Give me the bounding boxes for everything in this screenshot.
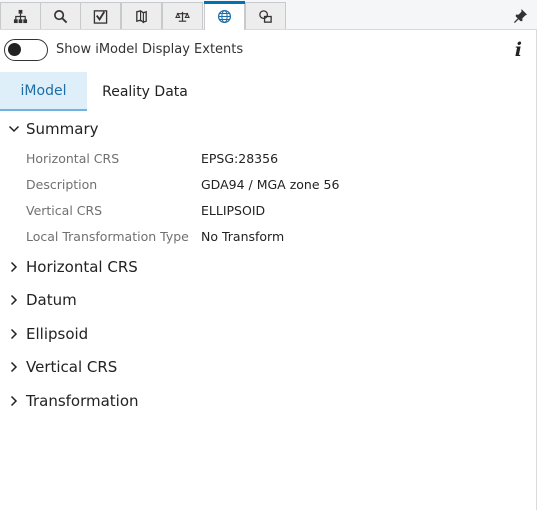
horizontal-crs-section-title: Horizontal CRS <box>26 258 138 276</box>
summary-section-title: Summary <box>26 120 99 138</box>
property-label: Vertical CRS <box>26 203 103 218</box>
clip-check-icon <box>93 9 108 24</box>
shapes-tab[interactable] <box>245 2 286 29</box>
datum-section-title: Datum <box>26 291 77 309</box>
property-row: Description GDA94 / MGA zone 56 <box>26 177 536 195</box>
ellipsoid-section-header[interactable]: Ellipsoid <box>0 323 537 345</box>
property-value: No Transform <box>201 229 285 244</box>
transformation-section-title: Transformation <box>26 392 139 410</box>
validation-tab[interactable] <box>80 2 121 29</box>
measure-tab[interactable] <box>162 2 203 29</box>
widget-toolbar <box>0 0 537 30</box>
ellipsoid-section-title: Ellipsoid <box>26 325 89 343</box>
display-extents-row: Show iModel Display Extents i <box>0 30 537 70</box>
balance-scale-icon <box>175 11 190 22</box>
display-extents-toggle[interactable] <box>4 39 48 61</box>
hierarchy-tree-icon <box>13 9 28 23</box>
chevron-down-icon <box>8 125 20 133</box>
chevron-right-icon <box>10 328 18 340</box>
search-icon <box>54 9 68 23</box>
horizontal-crs-section-header[interactable]: Horizontal CRS <box>0 256 537 278</box>
chevron-right-icon <box>10 361 18 373</box>
property-label: Description <box>26 177 98 192</box>
tab-reality-data[interactable]: Reality Data <box>87 72 203 111</box>
property-value: ELLIPSOID <box>201 203 266 218</box>
source-tabs: iModel Reality Data <box>0 72 537 111</box>
pin-icon <box>513 8 527 23</box>
property-row: Local Transformation Type No Transform <box>26 229 536 247</box>
toggle-knob <box>8 43 21 56</box>
info-icon[interactable]: i <box>515 39 522 61</box>
display-extents-label: Show iModel Display Extents <box>56 42 244 57</box>
summary-section-header[interactable]: Summary <box>0 118 537 140</box>
tree-view-tab[interactable] <box>0 2 41 29</box>
globe-icon <box>217 9 232 24</box>
property-row: Vertical CRS ELLIPSOID <box>26 203 536 221</box>
vertical-crs-section-header[interactable]: Vertical CRS <box>0 356 537 378</box>
property-label: Horizontal CRS <box>26 151 120 166</box>
vertical-crs-section-title: Vertical CRS <box>26 358 118 376</box>
property-value: GDA94 / MGA zone 56 <box>201 177 340 192</box>
tab-imodel[interactable]: iModel <box>0 72 87 111</box>
chevron-right-icon <box>10 395 18 407</box>
map-layers-tab[interactable] <box>121 2 162 29</box>
chevron-right-icon <box>10 294 18 306</box>
transformation-section-header[interactable]: Transformation <box>0 390 537 412</box>
property-row: Horizontal CRS EPSG:28356 <box>26 151 536 169</box>
search-tab[interactable] <box>40 2 81 29</box>
property-label: Local Transformation Type <box>26 229 189 244</box>
shapes-icon <box>259 9 272 23</box>
map-layers-icon <box>136 9 147 23</box>
geolocation-tab[interactable] <box>204 1 245 30</box>
chevron-right-icon <box>10 261 18 273</box>
datum-section-header[interactable]: Datum <box>0 289 537 311</box>
property-value: EPSG:28356 <box>201 151 279 166</box>
pin-button[interactable] <box>511 6 529 24</box>
